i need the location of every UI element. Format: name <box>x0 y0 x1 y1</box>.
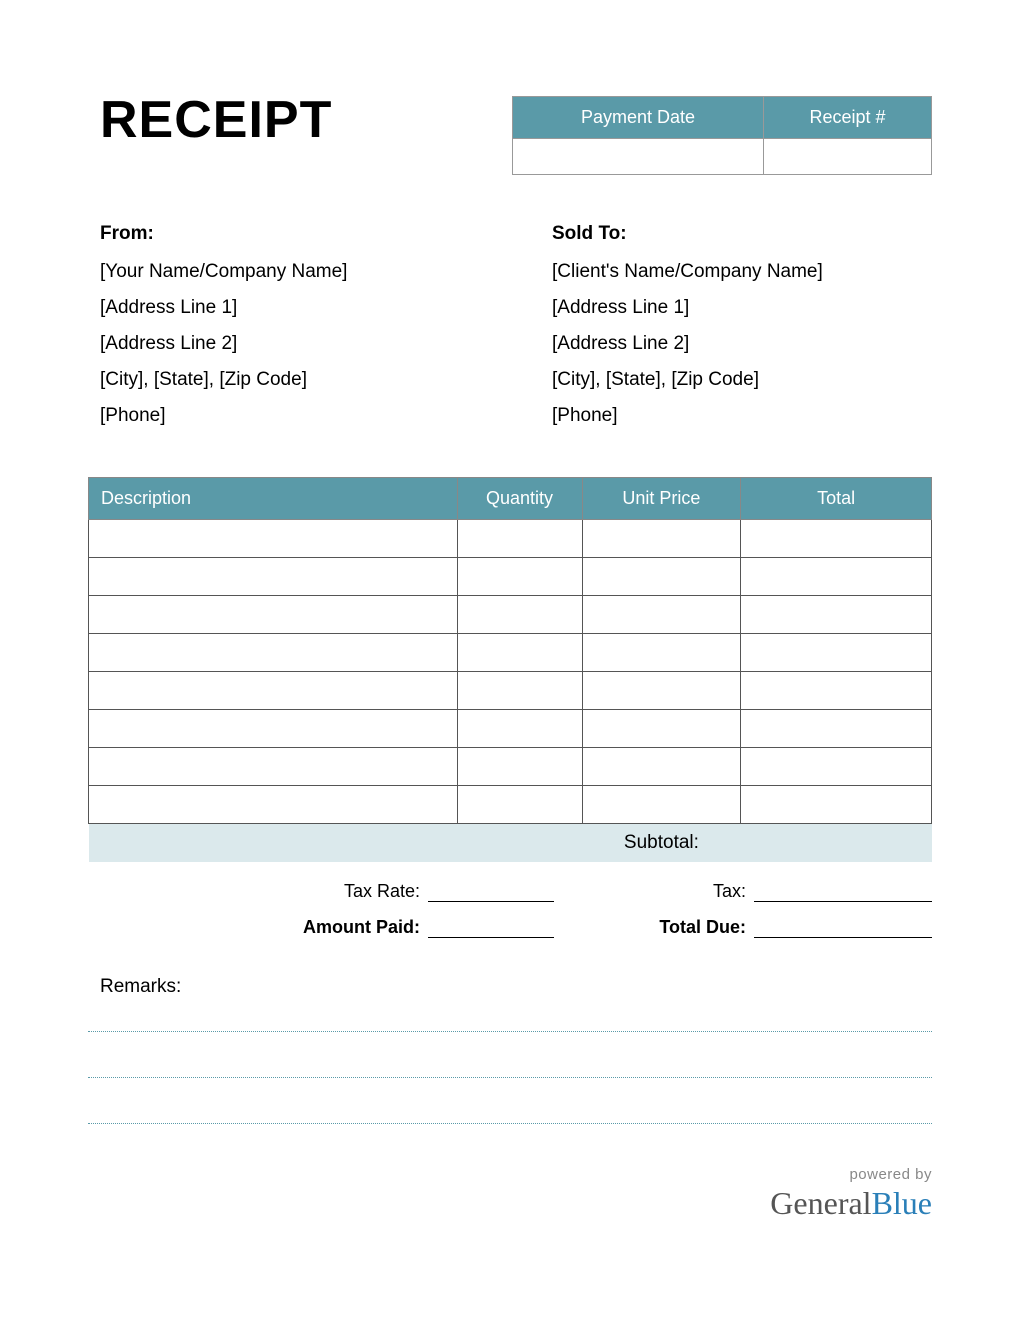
item-row[interactable] <box>89 520 932 558</box>
subtotal-value[interactable] <box>741 824 932 863</box>
item-row[interactable] <box>89 786 932 824</box>
from-phone[interactable]: [Phone] <box>88 405 480 427</box>
subtotal-row: Subtotal: <box>89 824 932 863</box>
amount-paid-input[interactable] <box>428 916 554 938</box>
from-city-state-zip[interactable]: [City], [State], [Zip Code] <box>88 369 480 391</box>
meta-value-payment-date[interactable] <box>513 139 764 175</box>
sold-to-phone[interactable]: [Phone] <box>540 405 932 427</box>
items-header-quantity: Quantity <box>457 478 582 520</box>
item-row[interactable] <box>89 672 932 710</box>
brand-general: General <box>770 1185 871 1221</box>
footer: powered by GeneralBlue <box>88 1166 932 1222</box>
item-row[interactable] <box>89 558 932 596</box>
tax-label: Tax: <box>604 881 754 902</box>
sold-to-name[interactable]: [Client's Name/Company Name] <box>540 261 932 283</box>
from-address-2[interactable]: [Address Line 2] <box>88 333 480 355</box>
tax-rate-input[interactable] <box>428 880 554 902</box>
from-block: From: [Your Name/Company Name] [Address … <box>88 223 480 441</box>
item-row[interactable] <box>89 748 932 786</box>
meta-value-receipt-number[interactable] <box>763 139 931 175</box>
remarks-line[interactable] <box>88 1074 932 1078</box>
sold-to-address-2[interactable]: [Address Line 2] <box>540 333 932 355</box>
items-header-description: Description <box>89 478 458 520</box>
amount-paid-label: Amount Paid: <box>88 917 428 938</box>
items-table: Description Quantity Unit Price Total Su… <box>88 477 932 862</box>
remarks-line[interactable] <box>88 1120 932 1124</box>
remarks-line[interactable] <box>88 1028 932 1032</box>
from-address-1[interactable]: [Address Line 1] <box>88 297 480 319</box>
brand-blue: Blue <box>872 1185 932 1221</box>
tax-input[interactable] <box>754 880 932 902</box>
sold-to-heading: Sold To: <box>540 223 932 245</box>
item-row[interactable] <box>89 710 932 748</box>
from-heading: From: <box>88 223 480 245</box>
from-name[interactable]: [Your Name/Company Name] <box>88 261 480 283</box>
sold-to-city-state-zip[interactable]: [City], [State], [Zip Code] <box>540 369 932 391</box>
subtotal-label: Subtotal: <box>582 824 741 863</box>
total-due-label: Total Due: <box>604 917 754 938</box>
meta-header-payment-date: Payment Date <box>513 97 764 139</box>
sold-to-address-1[interactable]: [Address Line 1] <box>540 297 932 319</box>
tax-rate-label: Tax Rate: <box>88 881 428 902</box>
item-row[interactable] <box>89 596 932 634</box>
item-row[interactable] <box>89 634 932 672</box>
sold-to-block: Sold To: [Client's Name/Company Name] [A… <box>540 223 932 441</box>
items-header-unit-price: Unit Price <box>582 478 741 520</box>
meta-table: Payment Date Receipt # <box>512 96 932 175</box>
powered-by-text: powered by <box>88 1166 932 1183</box>
meta-header-receipt-number: Receipt # <box>763 97 931 139</box>
document-title: RECEIPT <box>88 90 332 150</box>
remarks-label: Remarks: <box>88 976 932 998</box>
brand-logo: GeneralBlue <box>88 1185 932 1222</box>
items-header-total: Total <box>741 478 932 520</box>
total-due-input[interactable] <box>754 916 932 938</box>
